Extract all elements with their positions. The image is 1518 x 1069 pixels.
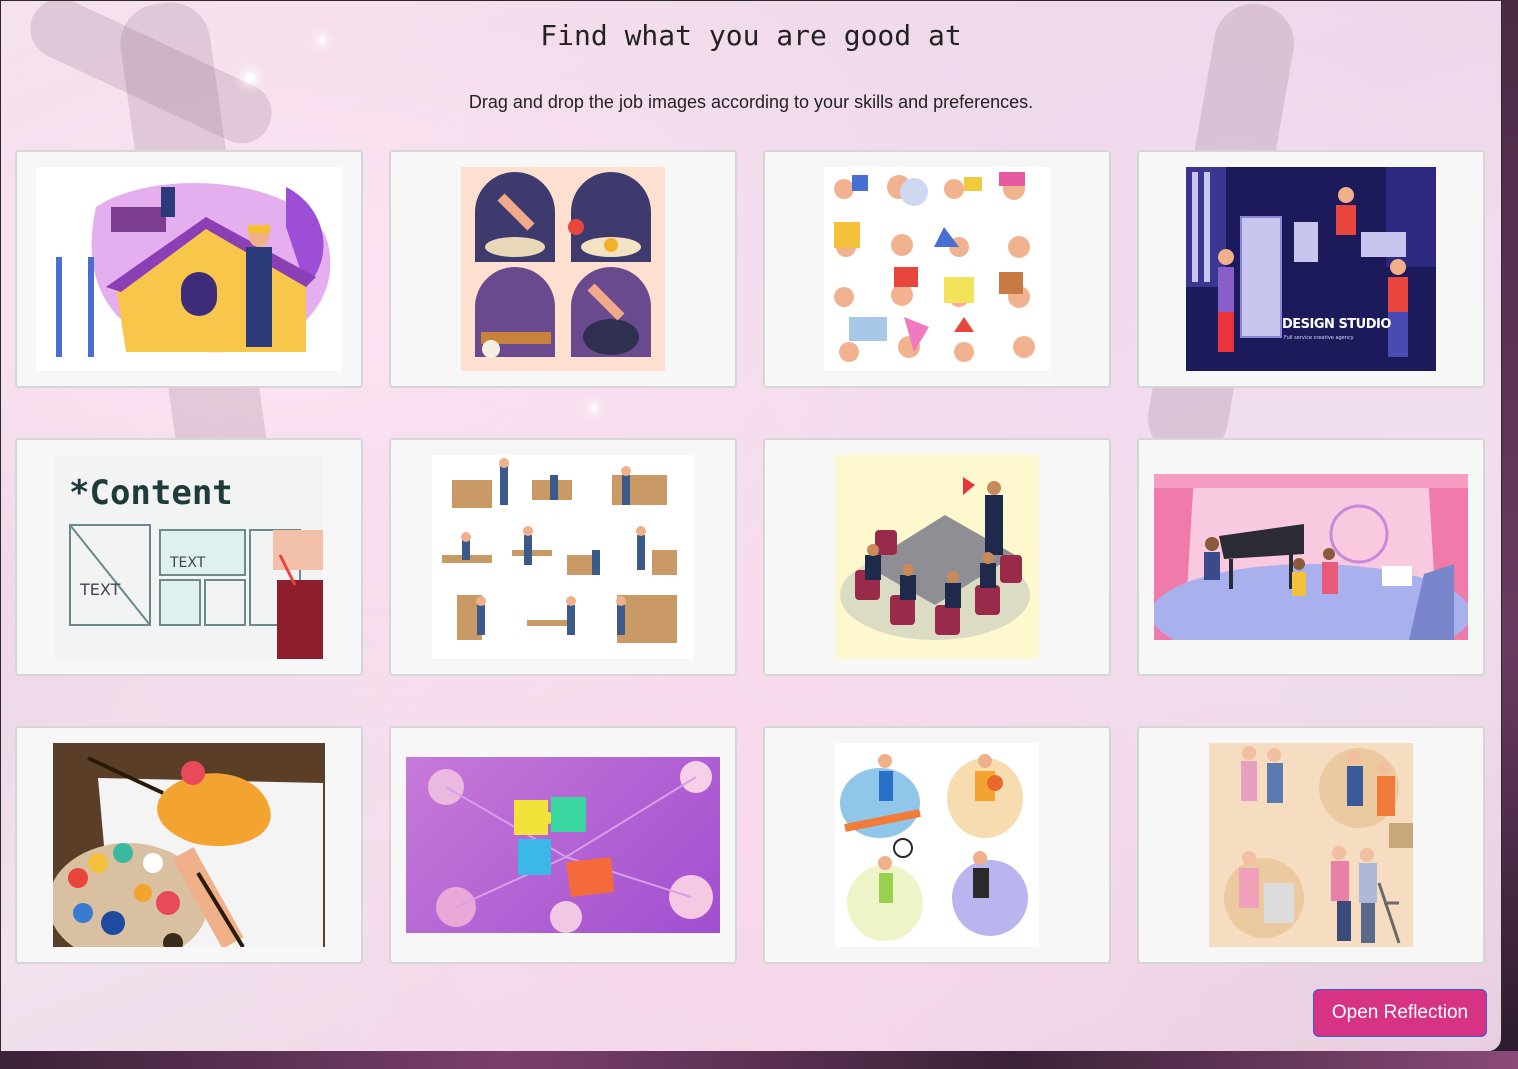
open-reflection-button[interactable]: Open Reflection (1313, 989, 1487, 1037)
job-card-problem-solving[interactable] (389, 726, 737, 964)
job-card-elderly-care[interactable] (1137, 726, 1485, 964)
cooking-illustration-icon (461, 167, 665, 371)
content-sketch-heading: *Content (69, 473, 233, 513)
content-wireframe-sketch-icon: TEXT TEXT *Content (55, 455, 323, 659)
sports-collage-icon (835, 743, 1039, 947)
business-meeting-icon (835, 455, 1039, 659)
job-card-music-performance[interactable] (1137, 438, 1485, 676)
job-card-painting[interactable] (15, 726, 363, 964)
background-bottom-strip (0, 1051, 1518, 1069)
job-card-content-writing[interactable]: TEXT TEXT *Content (15, 438, 363, 676)
job-card-business-meeting[interactable] (763, 438, 1111, 676)
painting-palette-icon (53, 743, 325, 947)
job-card-handicrafts[interactable] (763, 150, 1111, 388)
handicrafts-collage-icon (824, 167, 1050, 371)
design-studio-caption: DESIGN STUDIO (1282, 317, 1391, 332)
carpenters-collage-icon (432, 455, 694, 659)
job-card-construction[interactable] (15, 150, 363, 388)
construction-workers-house-icon (36, 167, 342, 371)
app-window: Find what you are good at Drag and drop … (0, 0, 1502, 1052)
svg-text:TEXT: TEXT (169, 555, 206, 571)
job-card-carpentry[interactable] (389, 438, 737, 676)
background-sparkle (245, 73, 255, 83)
job-card-cooking[interactable] (389, 150, 737, 388)
design-studio-subcaption: Full service creative agency (1284, 335, 1354, 341)
job-card-design-studio[interactable]: DESIGN STUDIO Full service creative agen… (1137, 150, 1485, 388)
design-studio-illustration-icon: DESIGN STUDIO Full service creative agen… (1186, 167, 1436, 371)
job-image-grid: DESIGN STUDIO Full service creative agen… (15, 150, 1487, 964)
svg-text:TEXT: TEXT (79, 580, 121, 599)
puzzle-pieces-icon (406, 757, 720, 933)
elderly-care-icon (1209, 743, 1413, 947)
page-title: Find what you are good at (540, 19, 962, 52)
music-stage-performance-icon (1154, 474, 1468, 640)
page-subtitle: Drag and drop the job images according t… (468, 92, 1034, 112)
job-card-sports[interactable] (763, 726, 1111, 964)
